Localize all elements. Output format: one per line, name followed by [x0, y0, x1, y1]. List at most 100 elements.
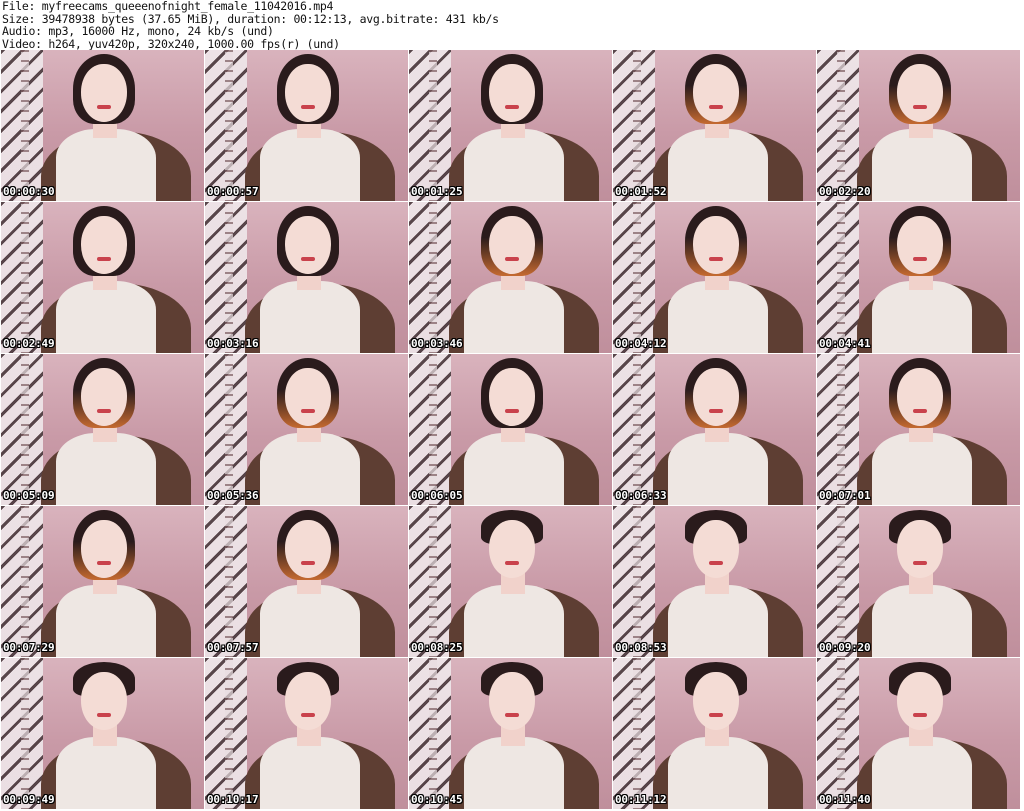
stair-railing [837, 658, 845, 809]
lips [505, 105, 519, 109]
lips [97, 561, 111, 565]
stair-railing [225, 506, 233, 657]
video-thumbnail: 00:04:41 [817, 202, 1020, 353]
white-top [56, 281, 156, 353]
video-thumbnail: 00:06:05 [409, 354, 612, 505]
video-thumbnail: 00:11:12 [613, 658, 816, 809]
thumbnail-timestamp: 00:04:12 [615, 337, 667, 350]
thumbnail-timestamp: 00:10:45 [411, 793, 463, 806]
white-top [56, 585, 156, 657]
thumbnail-timestamp: 00:08:25 [411, 641, 463, 654]
thumbnail-timestamp: 00:04:41 [819, 337, 871, 350]
stair-railing [633, 658, 641, 809]
white-top [872, 585, 972, 657]
stair-railing [633, 506, 641, 657]
thumbnail-timestamp: 00:07:57 [207, 641, 259, 654]
stair-railing [21, 658, 29, 809]
video-thumbnail: 00:03:16 [205, 202, 408, 353]
thumbnail-timestamp: 00:05:36 [207, 489, 259, 502]
stair-railing [21, 50, 29, 201]
lips [913, 713, 927, 717]
face [897, 216, 943, 274]
white-top [56, 737, 156, 809]
stair-railing [633, 202, 641, 353]
face [693, 216, 739, 274]
white-top [260, 433, 360, 505]
thumbnail-timestamp: 00:09:49 [3, 793, 55, 806]
face [285, 64, 331, 122]
thumbnail-timestamp: 00:01:25 [411, 185, 463, 198]
video-thumbnail: 00:06:33 [613, 354, 816, 505]
video-thumbnail: 00:00:30 [1, 50, 204, 201]
stair-railing [837, 202, 845, 353]
stair-railing [429, 658, 437, 809]
stair-railing [837, 50, 845, 201]
face [897, 64, 943, 122]
white-top [872, 281, 972, 353]
video-thumbnail: 00:08:25 [409, 506, 612, 657]
video-thumbnail: 00:04:12 [613, 202, 816, 353]
lips [97, 105, 111, 109]
white-top [464, 737, 564, 809]
thumbnail-timestamp: 00:02:20 [819, 185, 871, 198]
lips [301, 713, 315, 717]
lips [709, 561, 723, 565]
white-top [872, 129, 972, 201]
white-top [872, 737, 972, 809]
thumbnail-timestamp: 00:10:17 [207, 793, 259, 806]
thumbnail-timestamp: 00:08:53 [615, 641, 667, 654]
thumbnail-timestamp: 00:07:29 [3, 641, 55, 654]
lips [709, 105, 723, 109]
stair-railing [225, 50, 233, 201]
face [489, 672, 535, 730]
file-name-line: File: myfreecams_queeenofnight_female_11… [2, 0, 334, 13]
face [489, 64, 535, 122]
stair-railing [225, 658, 233, 809]
thumbnail-timestamp: 00:11:40 [819, 793, 871, 806]
video-thumbnail: 00:03:46 [409, 202, 612, 353]
lips [709, 713, 723, 717]
face [693, 672, 739, 730]
lips [913, 105, 927, 109]
face [285, 368, 331, 426]
thumbnail-timestamp: 00:00:57 [207, 185, 259, 198]
lips [97, 409, 111, 413]
white-top [464, 585, 564, 657]
face [897, 368, 943, 426]
lips [97, 713, 111, 717]
video-thumbnail: 00:01:52 [613, 50, 816, 201]
white-top [260, 585, 360, 657]
face [285, 520, 331, 578]
stair-railing [225, 202, 233, 353]
thumbnail-timestamp: 00:02:49 [3, 337, 55, 350]
stair-railing [837, 354, 845, 505]
thumbnail-timestamp: 00:07:01 [819, 489, 871, 502]
video-thumbnail: 00:05:36 [205, 354, 408, 505]
white-top [464, 281, 564, 353]
thumbnail-timestamp: 00:06:33 [615, 489, 667, 502]
video-thumbnail: 00:10:17 [205, 658, 408, 809]
face [81, 64, 127, 122]
lips [97, 257, 111, 261]
stair-railing [429, 506, 437, 657]
white-top [56, 129, 156, 201]
thumbnail-timestamp: 00:03:16 [207, 337, 259, 350]
lips [301, 409, 315, 413]
white-top [260, 281, 360, 353]
stair-railing [633, 354, 641, 505]
thumbnail-timestamp: 00:11:12 [615, 793, 667, 806]
lips [709, 409, 723, 413]
face [81, 672, 127, 730]
white-top [668, 129, 768, 201]
white-top [668, 281, 768, 353]
white-top [464, 433, 564, 505]
video-thumbnail: 00:10:45 [409, 658, 612, 809]
white-top [668, 433, 768, 505]
stair-railing [633, 50, 641, 201]
video-thumbnail: 00:01:25 [409, 50, 612, 201]
stair-railing [21, 202, 29, 353]
video-thumbnail: 00:02:20 [817, 50, 1020, 201]
video-info-line: Video: h264, yuv420p, 320x240, 1000.00 f… [2, 36, 340, 51]
thumbnail-timestamp: 00:03:46 [411, 337, 463, 350]
white-top [872, 433, 972, 505]
